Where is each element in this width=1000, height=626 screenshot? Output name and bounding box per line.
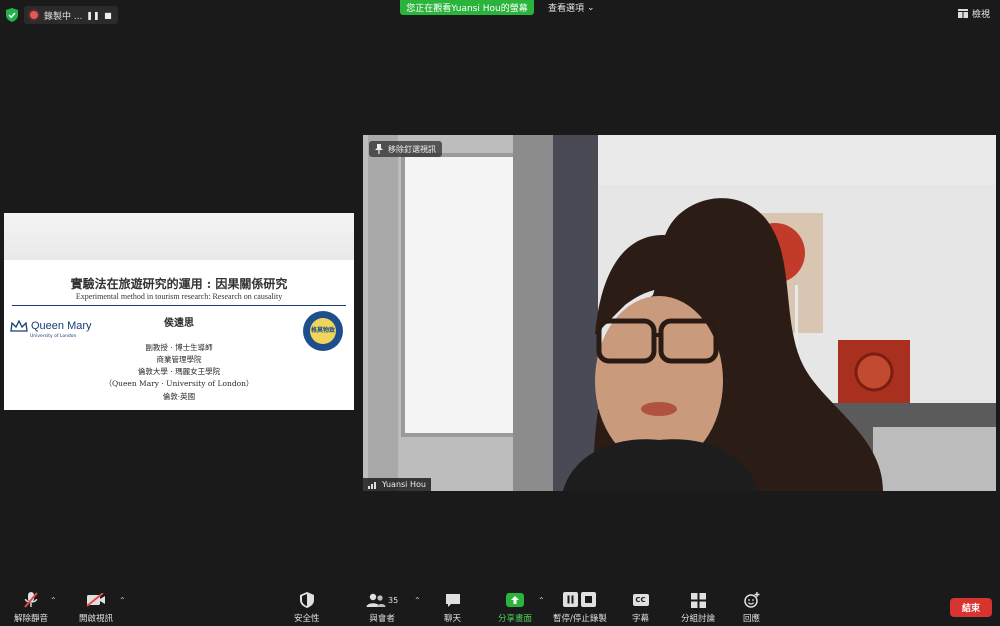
stop-recording-icon[interactable]: ■ (103, 11, 112, 20)
pause-stop-recording-icon (562, 592, 596, 607)
slide-divider (12, 305, 346, 306)
chevron-down-icon: ⌄ (587, 2, 595, 13)
unmute-label: 解除靜音 (14, 614, 49, 624)
captions-button[interactable]: CC 字幕 (632, 591, 649, 624)
view-button[interactable]: 檢視 (957, 7, 990, 20)
grid-view-icon (957, 9, 968, 18)
end-meeting-button[interactable]: 結束 (950, 598, 992, 617)
slide-title: 實驗法在旅遊研究的運用 : 因果關係研究 (70, 277, 288, 291)
seal-text: 格莫物致 (310, 318, 336, 344)
slide-line-title: 副教授 · 博士生導師 (145, 343, 213, 352)
shared-screen-slide: 實驗法在旅遊研究的運用 : 因果關係研究 Experimental method… (4, 213, 354, 410)
breakout-rooms-label: 分組討論 (681, 614, 716, 624)
unpin-video-button[interactable]: 移除釘選視訊 (369, 141, 442, 157)
security-button[interactable]: 安全性 (294, 591, 320, 624)
meeting-toolbar: 解除靜音 ⌃ 開啟視訊 ⌃ 安全性 35 與會者 ⌃ 聊天 分享畫面 ⌃ 暫停/… (0, 588, 1000, 626)
microphone-muted-icon (24, 592, 38, 608)
security-label: 安全性 (294, 614, 320, 624)
end-label: 結束 (961, 604, 980, 614)
queen-mary-logo: Queen Mary (10, 320, 92, 332)
cc-glyph: CC (635, 596, 646, 604)
participants-label: 與會者 (369, 614, 395, 624)
signal-strength-icon (368, 481, 376, 489)
viewing-banner-text: 您正在觀看Yuansi Hou的螢幕 (406, 4, 528, 14)
logo-subtitle: University of London (30, 334, 77, 339)
slide-header-band (4, 213, 354, 260)
participants-button[interactable]: 35 與會者 (366, 591, 398, 624)
pin-icon (375, 144, 383, 154)
participant-video[interactable]: 移除釘選視訊 Yuansi Hou (363, 135, 996, 491)
video-options-caret-icon[interactable]: ⌃ (119, 596, 126, 605)
slide-line-school: 商業管理學院 (156, 355, 202, 364)
slide-subtitle: Experimental method in tourism research:… (75, 292, 283, 301)
participant-name-tag: Yuansi Hou (363, 478, 431, 491)
closed-captions-icon: CC (632, 594, 649, 606)
view-button-label: 檢視 (971, 10, 990, 20)
captions-label: 字幕 (632, 614, 650, 624)
emoji-reaction-icon (743, 592, 759, 608)
slide-line-university: （Queen Mary · University of London） (104, 379, 254, 388)
shield-check-icon[interactable] (6, 8, 18, 22)
university-seal: 格莫物致 (303, 311, 343, 351)
share-screen-button[interactable]: 分享畫面 (498, 591, 532, 624)
shield-icon (299, 592, 314, 608)
slide-line-location: 倫敦·英國 (162, 392, 196, 401)
audio-options-caret-icon[interactable]: ⌃ (50, 596, 57, 605)
pause-stop-recording-button[interactable]: 暫停/停止錄製 (553, 591, 607, 624)
chat-label: 聊天 (444, 614, 462, 624)
unmute-button[interactable]: 解除靜音 (14, 591, 48, 624)
share-options-caret-icon[interactable]: ⌃ (538, 596, 545, 605)
reactions-label: 回應 (743, 614, 761, 624)
participants-icon (366, 593, 386, 607)
video-frame (363, 135, 996, 491)
reactions-button[interactable]: 回應 (743, 591, 760, 624)
logo-name: Queen Mary (31, 319, 92, 332)
breakout-rooms-button[interactable]: 分組討論 (681, 591, 715, 624)
video-camera-off-icon (86, 593, 105, 607)
participants-options-caret-icon[interactable]: ⌃ (414, 596, 421, 605)
slide-line-college: 倫敦大學 · 瑪麗女王學院 (137, 367, 221, 376)
share-screen-label: 分享畫面 (498, 614, 533, 624)
view-options-dropdown[interactable]: 查看選項 ⌄ (548, 0, 595, 15)
share-screen-icon (506, 593, 524, 607)
viewing-screen-banner: 您正在觀看Yuansi Hou的螢幕 (400, 0, 534, 15)
top-left-status: 錄製中 ... ❚❚ ■ (6, 6, 119, 24)
chat-icon (445, 593, 460, 607)
view-options-label: 查看選項 (548, 4, 585, 14)
participants-count: 35 (388, 595, 399, 605)
breakout-rooms-icon (690, 592, 706, 608)
recording-label: 錄製中 ... (44, 11, 83, 22)
unpin-label: 移除釘選視訊 (388, 144, 436, 154)
start-video-button[interactable]: 開啟視訊 (79, 591, 113, 624)
pause-recording-icon[interactable]: ❚❚ (86, 11, 99, 20)
start-video-label: 開啟視訊 (79, 614, 114, 624)
chat-button[interactable]: 聊天 (444, 591, 461, 624)
recording-indicator: 錄製中 ... ❚❚ ■ (24, 6, 119, 24)
pause-stop-recording-label: 暫停/停止錄製 (553, 614, 607, 624)
record-dot-icon (30, 11, 38, 19)
crown-icon (10, 320, 28, 332)
participant-name: Yuansi Hou (382, 480, 426, 489)
